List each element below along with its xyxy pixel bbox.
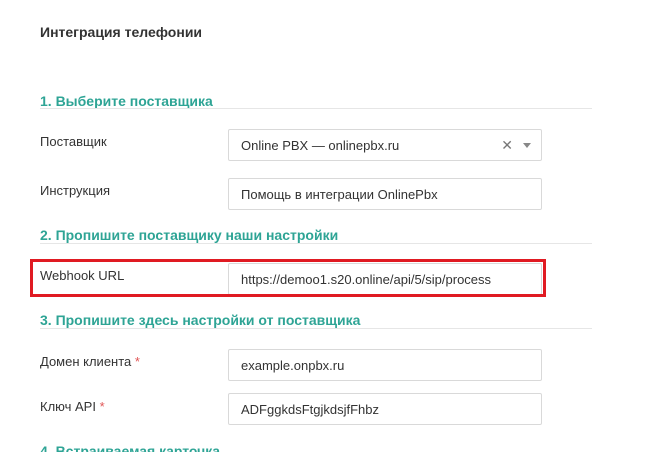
section-title-provider-settings: 2. Пропишите поставщику наши настройки xyxy=(40,227,339,243)
provider-select[interactable]: Online PBX — onlinepbx.ru ✕ xyxy=(228,129,542,161)
section-divider xyxy=(40,328,592,329)
clear-icon[interactable]: ✕ xyxy=(501,137,513,154)
provider-label: Поставщик xyxy=(40,134,107,149)
section-divider xyxy=(40,108,592,109)
section-title-provider-fields: 3. Пропишите здесь настройки от поставщи… xyxy=(40,312,361,328)
required-mark: * xyxy=(99,399,105,414)
api-key-label-text: Ключ API xyxy=(40,399,96,414)
api-key-label: Ключ API * xyxy=(40,399,105,414)
chevron-down-icon[interactable] xyxy=(523,142,531,148)
instruction-label: Инструкция xyxy=(40,183,110,198)
client-domain-label: Домен клиента * xyxy=(40,354,140,369)
highlight-box xyxy=(30,259,546,297)
api-key-field[interactable]: ADFggkdsFtgjkdsjfFhbz xyxy=(228,393,542,425)
client-domain-label-text: Домен клиента xyxy=(40,354,132,369)
required-mark: * xyxy=(134,354,140,369)
instruction-field[interactable]: Помощь в интеграции OnlinePbx xyxy=(228,178,542,210)
section-title-choose-provider: 1. Выберите поставщика xyxy=(40,93,213,109)
section-divider xyxy=(40,243,592,244)
section-title-embedded-card: 4. Встраиваемая карточка xyxy=(40,443,221,452)
client-domain-field[interactable]: example.onpbx.ru xyxy=(228,349,542,381)
page-title: Интеграция телефонии xyxy=(40,24,203,40)
provider-select-value: Online PBX — onlinepbx.ru xyxy=(241,137,400,153)
